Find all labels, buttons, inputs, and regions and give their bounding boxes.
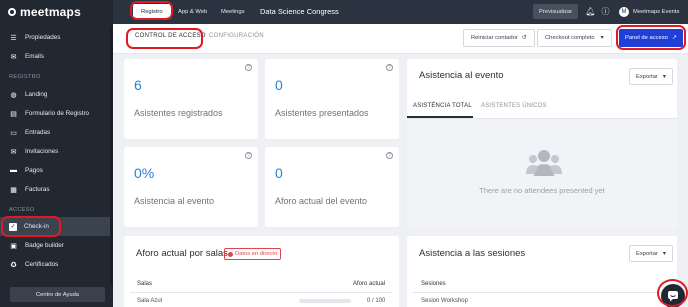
sidebar-item-formulario[interactable]: ▤ Formulario de Registro (0, 104, 113, 123)
room-capacity-bar (299, 299, 351, 303)
reset-counter-button[interactable]: Reiniciar contador ↺ (463, 29, 535, 47)
help-icon[interactable]: ? (245, 152, 252, 159)
stat-card-capacity: ? 0 Aforo actual del evento (265, 147, 399, 227)
ticket-icon: ▭ (10, 129, 17, 137)
invoice-icon: ▦ (10, 186, 17, 194)
sidebar-item-propiedades[interactable]: ☰ Propiedades (0, 28, 113, 47)
chevron-down-icon: ▾ (662, 73, 666, 80)
row-divider (413, 292, 671, 293)
preview-button[interactable]: Previsualizar (533, 4, 579, 19)
stat-value: 0% (134, 165, 155, 181)
help-icon[interactable]: ? (245, 64, 252, 71)
sessions-title: Asistencia a las sesiones (419, 248, 526, 259)
checkout-dropdown[interactable]: Checkout completo ▾ (537, 29, 612, 47)
mail-icon: ✉ (10, 53, 17, 61)
export-sessions-button[interactable]: Exportar ▾ (629, 245, 673, 262)
chevron-down-icon: ▾ (600, 35, 604, 41)
room-name: Sala Azul (137, 298, 163, 304)
stat-value: 0 (275, 77, 283, 93)
sidebar-section-acceso: ACCESO (9, 207, 35, 213)
rooms-title: Aforo actual por salas (136, 248, 228, 259)
invitation-icon: ✉ (10, 148, 17, 156)
stat-card-registered: ? 6 Asistentes registrados (124, 59, 258, 139)
export-attendance-button[interactable]: Exportar ▾ (629, 68, 673, 85)
highlight-chat (657, 279, 688, 307)
stat-card-presented: ? 0 Asistentes presentados (265, 59, 399, 139)
sidebar-item-certificados[interactable]: ✪ Certificados (0, 255, 113, 274)
stat-label: Asistencia al evento (134, 196, 215, 206)
certificate-icon: ✪ (10, 261, 17, 269)
top-bar: Registro App & Web Meetings Data Science… (113, 0, 688, 24)
row-divider (130, 292, 392, 293)
help-icon[interactable]: ? (386, 152, 393, 159)
live-badge: Datos en directo (224, 248, 282, 260)
stat-card-attendance: ? 0% Asistencia al evento (124, 147, 258, 227)
tab-asistentes-unicos[interactable]: ASISTENTES ÚNICOS (481, 103, 547, 109)
highlight-control-acceso (126, 28, 203, 49)
landing-icon: ◍ (10, 91, 17, 99)
tab-configuracion[interactable]: CONFIGURACIÓN (209, 33, 264, 39)
col-header-capacity: Aforo actual (353, 281, 386, 287)
sidebar-item-landing[interactable]: ◍ Landing (0, 85, 113, 104)
sidebar-section-registro: REGISTRO (9, 74, 41, 80)
logo-mark-icon (8, 8, 16, 16)
sidebar-item-entradas[interactable]: ▭ Entradas (0, 123, 113, 142)
stat-label: Asistentes presentados (275, 108, 369, 118)
user-menu[interactable]: M Meetmaps Events (619, 4, 679, 19)
chevron-down-icon: ▾ (662, 250, 666, 257)
brand-logo[interactable]: meetmaps (0, 0, 113, 24)
stat-value: 6 (134, 77, 142, 93)
col-header-sessions: Sesiones (421, 281, 446, 287)
payment-icon: ▬ (10, 167, 17, 174)
live-dot-icon (228, 251, 233, 257)
help-icon[interactable]: ? (386, 64, 393, 71)
people-icon (526, 150, 562, 176)
attendance-title: Asistencia al evento (419, 70, 504, 81)
help-center-button[interactable]: Centro de Ayuda (10, 287, 105, 302)
highlight-checkin (1, 216, 61, 237)
bell-icon[interactable]: 🔔︎ (585, 6, 596, 17)
sidebar-item-invitaciones[interactable]: ✉ Invitaciones (0, 142, 113, 161)
sidebar-item-badge-builder[interactable]: ▣ Badge builder (0, 236, 113, 255)
col-header-rooms: Salas (137, 281, 153, 287)
sidebar-scrollbar[interactable] (110, 26, 113, 286)
sidebar-item-emails[interactable]: ✉ Emails (0, 47, 113, 66)
stat-label: Aforo actual del evento (275, 196, 368, 206)
brand-name: meetmaps (20, 5, 81, 19)
stat-label: Asistentes registrados (134, 108, 223, 118)
list-icon: ☰ (10, 34, 17, 42)
tab-app-web[interactable]: App & Web (170, 4, 215, 19)
sidebar-item-facturas[interactable]: ▦ Facturas (0, 180, 113, 199)
highlight-panel-acceso (616, 25, 686, 50)
form-icon: ▤ (10, 110, 17, 118)
session-name: Sesion Workshop (421, 298, 468, 304)
sidebar-item-pagos[interactable]: ▬ Pagos (0, 161, 113, 180)
tab-asistencia-total[interactable]: ASISTÉNCIA TOTAL (413, 103, 472, 109)
badge-icon: ▣ (10, 242, 17, 250)
refresh-icon: ↺ (521, 35, 527, 41)
info-icon[interactable]: ⓘ (600, 6, 611, 17)
stat-value: 0 (275, 165, 283, 181)
event-title: Data Science Congress (260, 7, 339, 16)
highlight-registro-tab (130, 1, 173, 20)
avatar: M (619, 6, 629, 17)
room-capacity-value: 0 / 100 (367, 298, 386, 304)
rooms-panel (124, 236, 399, 307)
attendance-empty-text: There are no attendees presented yet (479, 186, 605, 195)
user-name: Meetmaps Events (633, 8, 680, 15)
tab-meetings[interactable]: Meetings (213, 4, 253, 19)
